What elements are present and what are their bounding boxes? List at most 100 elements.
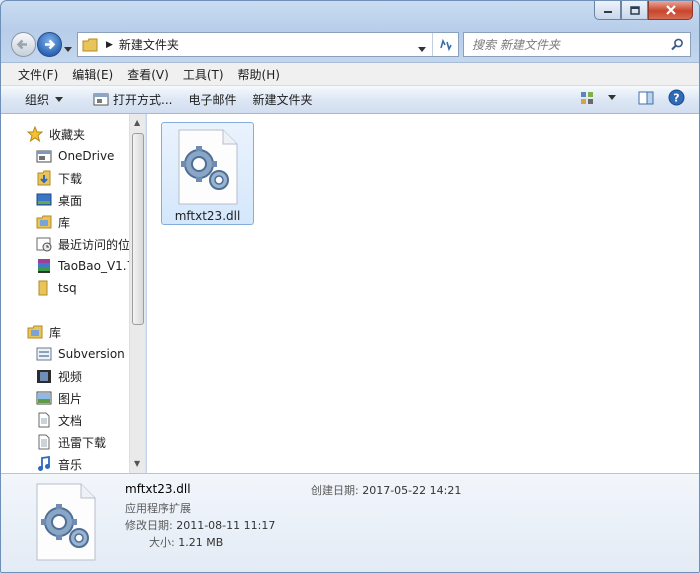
details-file-type: 应用程序扩展 <box>125 502 191 515</box>
menu-help[interactable]: 帮助(H) <box>231 64 287 85</box>
thunder-download-icon <box>35 434 53 450</box>
scroll-down-icon[interactable]: ▼ <box>134 459 140 468</box>
organize-button[interactable]: 组织 <box>17 89 71 111</box>
breadcrumb-item[interactable]: 新建文件夹 <box>119 36 179 53</box>
navigation-bar: ▶ 新建文件夹 <box>1 29 699 61</box>
close-button[interactable] <box>648 1 693 20</box>
organize-label: 组织 <box>25 93 50 107</box>
file-name: mftxt23.dll <box>174 209 241 223</box>
search-box[interactable] <box>463 32 691 57</box>
recent-places-icon <box>35 236 53 252</box>
help-icon: ? <box>668 89 685 106</box>
open-with-label: 打开方式... <box>113 93 173 107</box>
nav-item-label: 迅雷下载 <box>58 435 107 450</box>
desktop-icon <box>35 192 53 208</box>
arrow-left-icon <box>16 39 27 50</box>
downloads-icon <box>35 170 53 186</box>
size-label: 大小: <box>149 536 175 549</box>
menu-file[interactable]: 文件(F) <box>11 64 65 85</box>
nav-item-onedrive[interactable]: OneDrive <box>1 145 129 167</box>
scroll-up-icon[interactable]: ▲ <box>134 118 140 127</box>
nav-item-favorites[interactable]: 收藏夹 <box>1 123 129 145</box>
nav-item-subversion[interactable]: Subversion <box>1 343 129 365</box>
explorer-window: ▶ 新建文件夹 文件(F) 编辑(E) 查看(V) 工具(T) 帮助(H) 组织 <box>0 0 700 573</box>
nav-item-tsq[interactable]: tsq <box>1 277 129 299</box>
back-button[interactable] <box>11 32 36 57</box>
details-file-name: mftxt23.dll <box>125 482 191 496</box>
menu-view[interactable]: 查看(V) <box>120 64 176 85</box>
nav-item-label: TaoBao_V1.7 <box>58 259 129 273</box>
forward-button[interactable] <box>37 32 62 57</box>
onedrive-icon <box>35 148 53 164</box>
svg-text:?: ? <box>673 92 679 105</box>
recent-pages-dropdown[interactable] <box>64 41 72 55</box>
chevron-down-icon <box>418 47 426 52</box>
nav-item-taobao[interactable]: TaoBao_V1.7 <box>1 255 129 277</box>
nav-item-label: Subversion <box>58 347 125 361</box>
menu-edit[interactable]: 编辑(E) <box>65 64 120 85</box>
library-icon <box>26 324 44 340</box>
pictures-icon <box>35 390 53 406</box>
close-icon <box>665 5 676 15</box>
chevron-down-icon <box>608 95 616 100</box>
nav-item-label: 最近访问的位置 <box>58 237 129 252</box>
file-list[interactable]: mftxt23.dll <box>147 114 699 473</box>
dll-file-icon <box>36 483 96 561</box>
nav-item-label: 视频 <box>58 369 83 384</box>
open-with-icon <box>93 93 109 106</box>
details-created: 创建日期: 2017-05-22 14:21 <box>311 482 461 498</box>
details-pane: mftxt23.dll 应用程序扩展 修改日期: 2011-08-11 11:1… <box>1 473 699 572</box>
nav-item-desktop[interactable]: 桌面 <box>1 189 129 211</box>
scrollbar-thumb[interactable] <box>132 133 144 325</box>
modified-label: 修改日期: <box>125 519 173 532</box>
address-bar[interactable]: ▶ 新建文件夹 <box>77 32 459 57</box>
nav-item-label: 文档 <box>58 413 83 428</box>
nav-item-label: tsq <box>58 281 77 295</box>
nav-item-music[interactable]: 音乐 <box>1 453 129 473</box>
archive-icon <box>35 258 53 274</box>
created-value: 2017-05-22 14:21 <box>362 484 462 497</box>
nav-item-documents[interactable]: 文档 <box>1 409 129 431</box>
nav-item-videos[interactable]: 视频 <box>1 365 129 387</box>
chevron-down-icon <box>64 47 72 52</box>
search-input[interactable] <box>472 37 672 52</box>
details-size: 大小: 1.21 MB <box>149 534 223 550</box>
nav-item-thunder-downloads[interactable]: 迅雷下载 <box>1 431 129 453</box>
nav-item-downloads[interactable]: 下载 <box>1 167 129 189</box>
music-icon <box>35 456 53 472</box>
modified-value: 2011-08-11 11:17 <box>176 519 276 532</box>
nav-item-label: 收藏夹 <box>49 127 86 142</box>
details-modified: 修改日期: 2011-08-11 11:17 <box>125 517 275 533</box>
file-item[interactable]: mftxt23.dll <box>161 122 254 225</box>
library-icon <box>35 214 53 230</box>
refresh-button[interactable] <box>432 33 458 56</box>
video-icon <box>35 368 53 384</box>
preview-pane-button[interactable] <box>638 91 654 105</box>
folder-icon <box>35 280 53 296</box>
navigation-scrollbar[interactable]: ▲ ▼ <box>129 114 145 473</box>
breadcrumb-separator-icon[interactable]: ▶ <box>106 40 113 50</box>
help-button[interactable]: ? <box>668 89 685 106</box>
nav-item-library-fav[interactable]: 库 <box>1 211 129 233</box>
nav-item-recent-places[interactable]: 最近访问的位置 <box>1 233 129 255</box>
caption-buttons <box>594 1 693 20</box>
command-bar: 组织 打开方式... 电子邮件 新建文件夹 ? <box>1 86 699 114</box>
star-icon <box>26 126 44 142</box>
nav-item-label: OneDrive <box>58 149 115 163</box>
email-button[interactable]: 电子邮件 <box>180 89 244 111</box>
minimize-button[interactable] <box>594 1 621 20</box>
menu-tools[interactable]: 工具(T) <box>176 64 231 85</box>
navigation-tree: 收藏夹 OneDrive 下载 桌面 库 最近访问的位置 <box>1 114 129 473</box>
open-with-button[interactable]: 打开方式... <box>85 89 180 111</box>
nav-item-libraries[interactable]: 库 <box>1 321 129 343</box>
subversion-icon <box>35 346 53 362</box>
maximize-button[interactable] <box>621 1 648 20</box>
email-label: 电子邮件 <box>188 93 237 107</box>
change-view-button[interactable] <box>580 91 616 105</box>
new-folder-button[interactable]: 新建文件夹 <box>244 89 320 111</box>
nav-item-label: 库 <box>49 325 62 340</box>
nav-item-pictures[interactable]: 图片 <box>1 387 129 409</box>
address-history-dropdown[interactable] <box>418 41 426 55</box>
created-label: 创建日期: <box>311 484 359 497</box>
refresh-icon <box>439 38 452 51</box>
